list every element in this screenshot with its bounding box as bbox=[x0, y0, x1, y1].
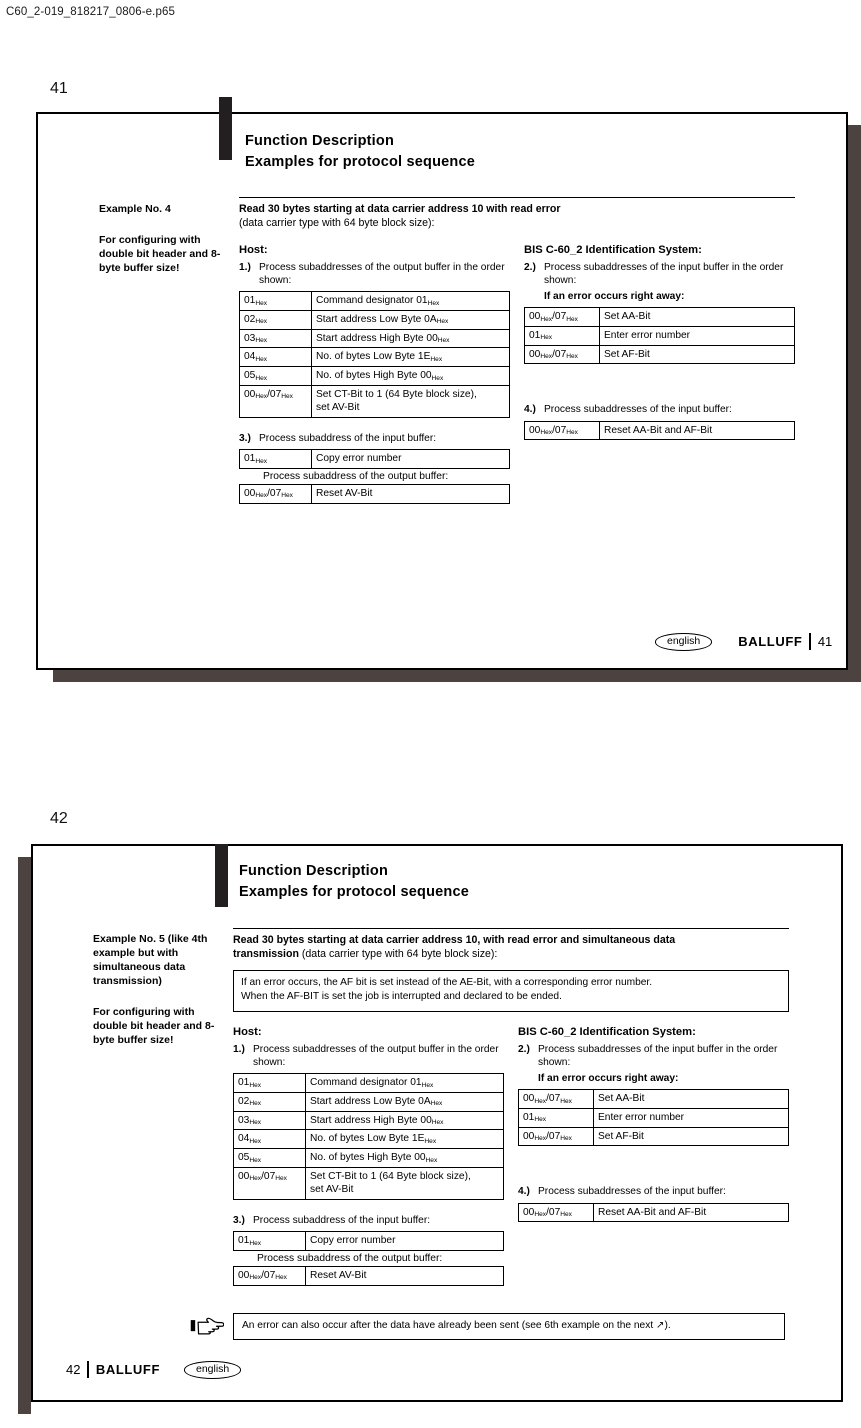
page-42-input-buffer-body: 00Hex/07Hex Set AA-Bit 01Hex Enter error nu… bbox=[518, 1089, 789, 1147]
table-cell-subaddress: 01Hex bbox=[233, 1231, 306, 1251]
page-42-step-3-sub: Process subaddress of the output buffer: bbox=[257, 1252, 443, 1264]
table-cell-description: Reset AV-Bit bbox=[305, 1265, 504, 1286]
table-row: 01Hex Enter error number bbox=[518, 1107, 789, 1128]
table-cell-subaddress: 00Hex/07Hex bbox=[233, 1166, 306, 1200]
page-42-step-2: 2.) Process subaddresses of the input bu… bbox=[518, 1043, 789, 1070]
table-cell-subaddress: 05Hex bbox=[233, 1148, 306, 1168]
table-cell-subaddress: 00Hex/07Hex bbox=[518, 1089, 594, 1109]
table-cell-subaddress: 00Hex/07Hex bbox=[518, 1126, 594, 1147]
page-42-info-box-line-1: If an error occurs, the AF bit is set in… bbox=[241, 976, 653, 988]
page-42-title-line-1: Function Description bbox=[239, 863, 388, 879]
table-cell-description: Set AA-Bit bbox=[593, 1089, 789, 1109]
table-cell-description: Reset AA-Bit and AF-Bit bbox=[593, 1202, 789, 1223]
page-42-host-heading: Host: bbox=[233, 1025, 262, 1038]
page-42-system-column: BIS C-60_2 Identification System: 2.) Pr… bbox=[518, 1026, 789, 1288]
page-42-step-1-text: Process subaddresses of the output buffe… bbox=[253, 1043, 499, 1068]
page-42-step-3-text: Process subaddress of the input buffer: bbox=[253, 1214, 431, 1226]
page-42-info-box: If an error occurs, the AF bit is set in… bbox=[233, 969, 789, 1012]
table-row: 04Hex No. of bytes Low Byte 1EHex bbox=[233, 1129, 504, 1150]
page-42-footer-divider bbox=[87, 1361, 89, 1379]
page-42-lede: Read 30 bytes starting at data carrier a… bbox=[233, 933, 789, 962]
page-42-step-4-text: Process subaddresses of the input buffer… bbox=[538, 1186, 726, 1198]
page-42-step3-body-2: 00Hex/07Hex Reset AV-Bit bbox=[233, 1265, 504, 1286]
table-cell-description: Copy error number bbox=[305, 1231, 504, 1251]
page-42-title-line-2: Examples for protocol sequence bbox=[239, 884, 470, 901]
table-cell-description: Set CT-Bit to 1 (64 Byte block size), set… bbox=[305, 1166, 504, 1200]
page-42-info-box-line-2: When the AF-BIT is set the job is interr… bbox=[241, 991, 562, 1003]
table-cell-subaddress: 01Hex bbox=[233, 1073, 306, 1093]
page-42-step-1-number: 1.) bbox=[233, 1043, 245, 1055]
table-cell-description: No. of bytes Low Byte 1EHex bbox=[305, 1129, 504, 1150]
table-cell-description: No. of bytes High Byte 00Hex bbox=[305, 1148, 504, 1168]
table-cell-description: Command designator 01Hex bbox=[305, 1073, 504, 1093]
table-cell-description: Start address Low Byte 0AHex bbox=[305, 1091, 504, 1112]
page-42-language-badge: english bbox=[184, 1361, 242, 1379]
table-cell-description: Set AF-Bit bbox=[593, 1126, 789, 1147]
page-42-footer-number: 42 bbox=[66, 1362, 81, 1378]
page-42-lede-bold-2: transmission bbox=[233, 948, 299, 961]
table-cell-description: Enter error number bbox=[593, 1107, 789, 1128]
table-cell-subaddress: 02Hex bbox=[233, 1091, 306, 1112]
table-row: 00Hex/07Hex Set AA-Bit bbox=[518, 1089, 789, 1109]
page-42-title: Function Description Examples for protoc… bbox=[239, 861, 469, 903]
page-42-step-2-number: 2.) bbox=[518, 1043, 530, 1055]
page-42-brand-logo: BALLUFF bbox=[95, 1362, 160, 1378]
page-42-step4-table: 00Hex/07Hex Reset AA-Bit and AF-Bit bbox=[518, 1202, 789, 1223]
page-42-shadow-left bbox=[18, 857, 31, 1414]
page-42-note-text: An error can also occur after the data h… bbox=[242, 1320, 671, 1331]
table-cell-subaddress: 03Hex bbox=[233, 1110, 306, 1131]
page-42-step-4: 4.) Process subaddresses of the input bu… bbox=[518, 1185, 789, 1198]
page-42-system-heading: BIS C-60_2 Identification System: bbox=[518, 1025, 696, 1038]
table-cell-subaddress: 01Hex bbox=[518, 1107, 594, 1128]
table-row: 00Hex/07Hex Reset AA-Bit and AF-Bit bbox=[518, 1202, 789, 1223]
page-42-note-row: An error can also occur after the data h… bbox=[190, 1313, 785, 1340]
table-row: 01Hex Copy error number bbox=[233, 1231, 504, 1251]
page-42-top-number: 42 bbox=[50, 810, 68, 827]
page-42: 42 Function Description Examples for pro… bbox=[0, 0, 861, 1428]
table-cell-description: Start address High Byte 00Hex bbox=[305, 1110, 504, 1131]
page-42-step-3: 3.) Process subaddress of the input buff… bbox=[233, 1214, 504, 1227]
page-42-lede-bold-1: Read 30 bytes starting at data carrier a… bbox=[233, 934, 676, 946]
page-42-lede-plain: (data carrier type with 64 byte block si… bbox=[298, 948, 498, 961]
table-row: 01Hex Command designator 01Hex bbox=[233, 1073, 504, 1093]
page-42-sidebar-head-1: Example No. 5 (like 4th example but with… bbox=[93, 933, 208, 987]
table-cell-subaddress: 00Hex/07Hex bbox=[518, 1202, 594, 1223]
table-row: 05Hex No. of bytes High Byte 00Hex bbox=[233, 1148, 504, 1168]
table-row: 02Hex Start address Low Byte 0AHex bbox=[233, 1091, 504, 1112]
page-42-note-box: An error can also occur after the data h… bbox=[233, 1313, 785, 1340]
page-42-step-2-text: Process subaddresses of the input buffer… bbox=[538, 1043, 778, 1068]
pointing-hand-icon bbox=[190, 1313, 225, 1339]
page-42-step-1: 1.) Process subaddresses of the output b… bbox=[233, 1043, 504, 1070]
page-42-input-buffer-table: 00Hex/07Hex Set AA-Bit 01Hex Enter error nu… bbox=[518, 1089, 789, 1147]
table-row: 00Hex/07Hex Reset AV-Bit bbox=[233, 1265, 504, 1286]
page-42-step-2-sub: If an error occurs right away: bbox=[538, 1073, 679, 1085]
page-42-host-column: Host: 1.) Process subaddresses of the ou… bbox=[233, 1026, 504, 1288]
table-row: 03Hex Start address High Byte 00Hex bbox=[233, 1110, 504, 1131]
page-42-sidebar: Example No. 5 (like 4th example but with… bbox=[93, 933, 225, 1048]
page-42-output-buffer-body: 01Hex Command designator 01Hex 02Hex Start … bbox=[233, 1073, 504, 1200]
page-42-step3-table-1: 01Hex Copy error number bbox=[233, 1231, 504, 1251]
page-42-step-4-number: 4.) bbox=[518, 1186, 530, 1198]
page-42-top-rule bbox=[233, 928, 789, 929]
table-row: 00Hex/07Hex Set AF-Bit bbox=[518, 1126, 789, 1147]
page-42-sidebar-head-2: For configuring with double bit header a… bbox=[93, 1005, 215, 1046]
page-42-step-3-number: 3.) bbox=[233, 1214, 245, 1226]
table-cell-subaddress: 00Hex/07Hex bbox=[233, 1265, 306, 1286]
page-42-chapter-tab bbox=[215, 844, 228, 907]
page-42-step3-body-1: 01Hex Copy error number bbox=[233, 1231, 504, 1251]
page-42-main: Read 30 bytes starting at data carrier a… bbox=[233, 928, 789, 1288]
page-42-step3-table-2: 00Hex/07Hex Reset AV-Bit bbox=[233, 1265, 504, 1286]
page-42-footer: 42 BALLUFF english bbox=[66, 1361, 242, 1379]
page-42-output-buffer-table: 01Hex Command designator 01Hex 02Hex Start … bbox=[233, 1073, 504, 1200]
table-row: 00Hex/07Hex Set CT-Bit to 1 (64 Byte bloc… bbox=[233, 1166, 504, 1200]
table-cell-subaddress: 04Hex bbox=[233, 1129, 306, 1150]
page-42-step4-body: 00Hex/07Hex Reset AA-Bit and AF-Bit bbox=[518, 1202, 789, 1223]
